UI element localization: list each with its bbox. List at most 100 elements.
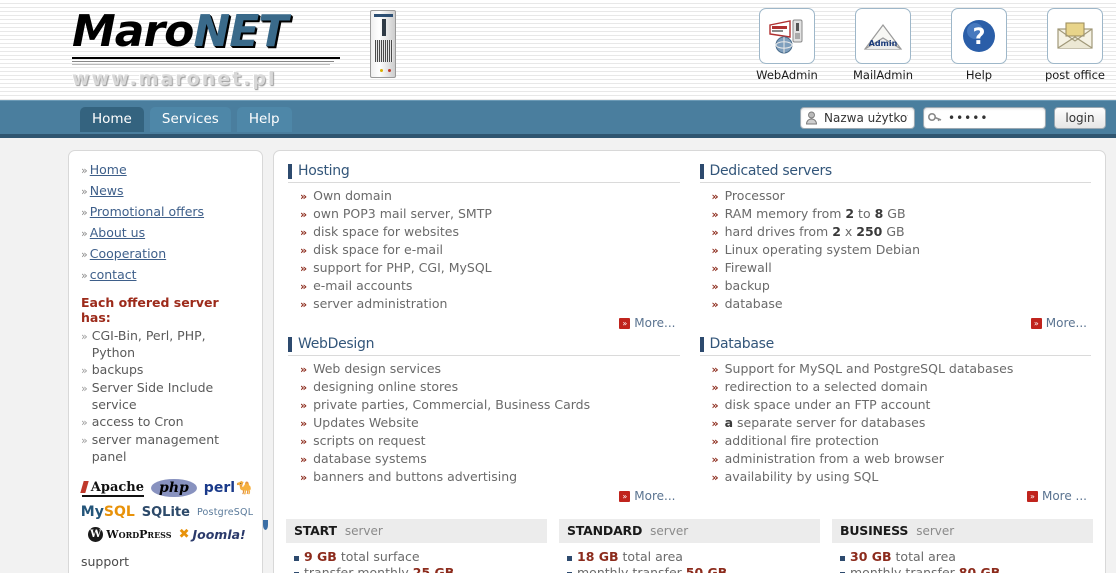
panel-header: Dedicated servers <box>699 163 1091 183</box>
logo-wordmark: MaroNET <box>72 8 362 56</box>
pricing-plan-business[interactable]: BUSINESS server 30 GB total area monthly… <box>832 519 1093 573</box>
item-pre: hard drives from <box>724 224 833 239</box>
nav-tab-services[interactable]: Services <box>149 107 231 132</box>
header-icon-help[interactable]: ? Help <box>948 8 1010 82</box>
sidebar-item-label: Cooperation <box>89 246 167 261</box>
chevron-right-icon: » <box>300 381 308 394</box>
pricing-plan-subtitle: server <box>916 524 955 538</box>
username-input[interactable] <box>822 110 910 126</box>
pricing-plan-header: STANDARD server <box>559 519 820 543</box>
sidebar-feature-label: server management panel <box>91 432 220 464</box>
item-strong: 2 <box>832 224 841 239</box>
username-field-wrap[interactable] <box>800 107 915 129</box>
password-input[interactable] <box>946 110 1041 126</box>
pricing-feature-label: 30 GB total area <box>850 549 956 565</box>
sidebar-feature-item: » backups <box>81 361 252 379</box>
chevron-right-icon: » <box>711 471 719 484</box>
logo-rule-3 <box>72 64 330 65</box>
chevron-right-icon: » <box>300 417 308 430</box>
sidebar-item-about-us[interactable]: » About us <box>81 224 252 243</box>
pricing-plan-features: 18 GB total area monthly transfer 50 GB … <box>559 543 820 573</box>
panel-list-item: » Firewall <box>700 260 1092 276</box>
logo-rule-2 <box>72 61 334 62</box>
chevron-right-icon: » <box>300 471 308 484</box>
chevron-right-icon: » <box>300 280 308 293</box>
pricing-plan-start[interactable]: START server 9 GB total surface transfer… <box>286 519 547 573</box>
chevron-right-icon: » <box>711 435 719 448</box>
panel-header: WebDesign <box>288 336 680 356</box>
sidebar-item-home[interactable]: » Home <box>81 161 252 180</box>
feat-lead: monthly transfer <box>577 565 686 573</box>
header-icon-mailadmin[interactable]: Admin MailAdmin <box>852 8 914 82</box>
item-strong2: 250 <box>856 224 883 239</box>
chevron-right-icon: » <box>81 185 88 198</box>
chevron-right-icon: » <box>81 382 88 395</box>
feat-lead: monthly transfer <box>850 565 959 573</box>
item-post: GB <box>882 224 905 239</box>
panel-item-label: disk space under an FTP account <box>724 397 931 412</box>
pricing-feature-label: monthly transfer 50 GB <box>577 565 727 573</box>
sidebar-item-promotional-offers[interactable]: » Promotional offers <box>81 203 252 222</box>
pricing-feature: 18 GB total area <box>567 549 820 565</box>
postgresql-logo: PostgreSQL <box>197 507 253 518</box>
panel-more-link[interactable]: » More... <box>288 489 680 503</box>
more-arrow-icon: » <box>619 490 631 502</box>
wordpress-logo-text: WordPress <box>106 528 172 541</box>
pricing-plan-features: 9 GB total surface transfer monthly 25 G… <box>286 543 547 573</box>
panel-list-item: » designing online stores <box>288 379 680 395</box>
postgresql-logo-text: PostgreSQL <box>196 506 254 518</box>
password-field-wrap[interactable] <box>923 107 1046 129</box>
chevron-right-icon: » <box>81 416 88 429</box>
panel-item-label: Support for MySQL and PostgreSQL databas… <box>724 361 1014 376</box>
nav-tab-help[interactable]: Help <box>236 107 292 132</box>
chevron-right-icon: » <box>711 298 719 311</box>
header-icon-post-office[interactable]: post office <box>1044 8 1106 82</box>
nav-tab-home[interactable]: Home <box>80 107 144 132</box>
panel-item-label: designing online stores <box>313 379 459 394</box>
sidebar-item-cooperation[interactable]: » Cooperation <box>81 245 252 264</box>
sidebar-link-list: » Home » News » Promotional offers » Abo… <box>81 161 252 285</box>
pricing-plan-standard[interactable]: STANDARD server 18 GB total area monthly… <box>559 519 820 573</box>
panel-hosting: Hosting » Own domain » own POP3 mail serve… <box>286 159 682 332</box>
sidebar-feature-item: » Server Side Include service <box>81 379 252 413</box>
panel-title: WebDesign <box>298 336 375 352</box>
chevron-right-icon: » <box>81 269 88 282</box>
sidebar-item-contact[interactable]: » contact <box>81 266 252 285</box>
chevron-right-icon: » <box>81 330 88 343</box>
panel-list-item: » disk space under an FTP account <box>700 397 1092 413</box>
panel-accent-bar <box>288 163 292 179</box>
panel-item-label: Firewall <box>724 260 772 275</box>
panel-item-label: scripts on request <box>313 433 426 448</box>
pricing-feature-label: 18 GB total area <box>577 549 683 565</box>
header-icon-label: MailAdmin <box>852 68 913 82</box>
panel-list-item: » e-mail accounts <box>288 278 680 294</box>
site-logo[interactable]: MaroNET www.maronet.pl <box>72 8 362 90</box>
item-strong2: 8 <box>874 206 884 221</box>
apache-logo: Apache <box>81 480 145 497</box>
panel-more-link[interactable]: » More ... <box>700 489 1092 503</box>
panel-more-link[interactable]: » More... <box>288 316 680 330</box>
page-header: MaroNET www.maronet.pl WebAdmin Admin Ma… <box>0 0 1116 100</box>
logo-rule-1 <box>72 57 340 59</box>
panel-more-link[interactable]: » More... <box>700 316 1092 330</box>
panel-item-label: a separate server for databases <box>725 415 926 430</box>
panel-webdesign: WebDesign » Web design services » designin… <box>286 332 682 505</box>
chevron-right-icon: » <box>711 244 719 257</box>
panel-item-label: disk space for websites <box>313 224 459 239</box>
envelope-admin-glyph: Admin <box>863 24 903 50</box>
tower-led-red <box>388 69 391 72</box>
tech-logo-row: W WordPress ✖ Joomla! <box>81 527 253 542</box>
main-content: Hosting » Own domain » own POP3 mail serve… <box>273 150 1106 573</box>
key-icon <box>928 112 942 124</box>
panel-list-item: » availability by using SQL <box>700 469 1092 485</box>
item-strong: a <box>724 415 734 430</box>
sidebar-item-news[interactable]: » News <box>81 182 252 201</box>
mailadmin-icon: Admin <box>855 8 911 64</box>
panel-list-item: » Processor <box>700 188 1092 204</box>
perl-logo-text: perl <box>203 480 236 496</box>
header-icon-webadmin[interactable]: WebAdmin <box>756 8 818 82</box>
panel-list-item: » a separate server for databases <box>700 415 1092 431</box>
sidebar-feature-label: backups <box>91 362 144 377</box>
svg-text:Admin: Admin <box>869 39 898 48</box>
login-button[interactable]: login <box>1054 107 1106 129</box>
